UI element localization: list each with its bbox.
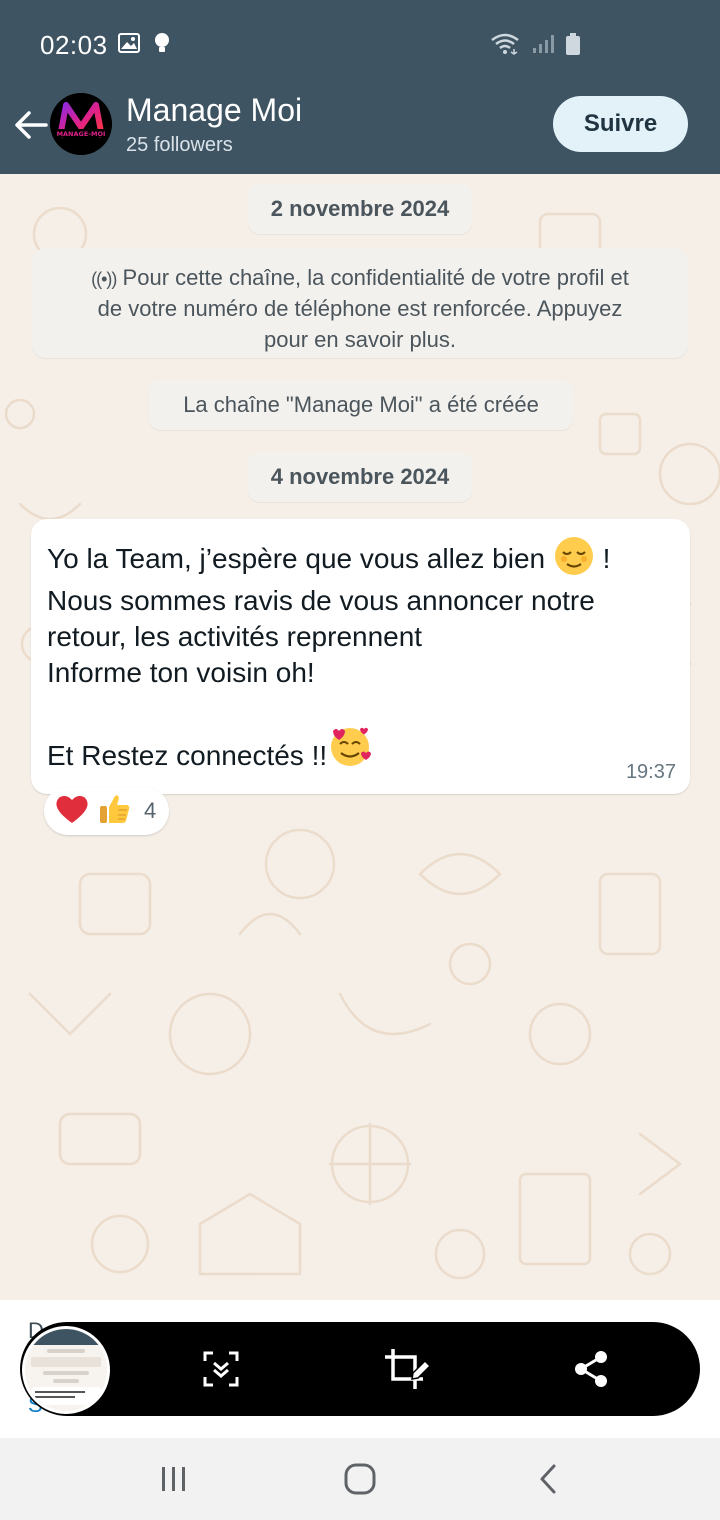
system-nav-bar [0, 1438, 720, 1520]
arrow-left-icon [15, 111, 48, 139]
broadcast-icon: ((•)) [91, 269, 117, 289]
home-icon [344, 1463, 376, 1495]
avatar-text: MANAGE-MOI [57, 130, 106, 138]
message-line: Yo la Team, j’espère que vous allez bien [47, 542, 546, 574]
status-icons-right [490, 33, 580, 60]
share-button[interactable] [564, 1342, 618, 1396]
bulb-icon [154, 32, 170, 59]
date-separator: 2 novembre 2024 [248, 184, 472, 234]
scroll-capture-icon [203, 1351, 239, 1387]
chat-area[interactable]: 2 novembre 2024 ((•)) Pour cette chaîne,… [0, 174, 720, 1300]
message-time: 19:37 [625, 761, 676, 783]
share-icon [575, 1351, 607, 1387]
home-button[interactable] [330, 1456, 390, 1502]
wifi-icon [490, 33, 520, 60]
message-text: Yo la Team, j’espère que vous allez bien… [47, 535, 667, 773]
scroll-capture-button[interactable] [194, 1342, 248, 1396]
smiling-face-with-hearts-emoji [327, 723, 373, 778]
reactions-bar[interactable]: 4 [44, 787, 169, 835]
channel-created-notice: La chaîne "Manage Moi" a été créée [149, 380, 573, 430]
channel-name[interactable]: Manage Moi [126, 92, 302, 129]
channel-header: MANAGE-MOI Manage Moi 25 followers Suivr… [0, 90, 720, 174]
nav-back-button[interactable] [518, 1456, 578, 1502]
channel-avatar[interactable]: MANAGE-MOI [50, 93, 112, 155]
relieved-face-emoji [553, 535, 595, 586]
follow-button[interactable]: Suivre [553, 96, 688, 152]
privacy-notice-line-2: de votre numéro de téléphone est renforc… [97, 296, 623, 321]
battery-icon [566, 33, 580, 60]
status-bar: 02:03 [0, 0, 720, 90]
message-bubble[interactable]: Yo la Team, j’espère que vous allez bien… [31, 519, 690, 794]
privacy-notice-line-3: pour en savoir plus. [264, 327, 456, 352]
message-line: Et Restez connectés !! [47, 739, 328, 771]
message-line: Informe ton voisin oh! [47, 657, 315, 688]
crop-edit-icon [385, 1349, 431, 1389]
thumbs-up-icon [98, 792, 132, 831]
privacy-notice[interactable]: ((•)) Pour cette chaîne, la confidential… [32, 248, 688, 358]
privacy-notice-line-1: Pour cette chaîne, la confidentialité de… [122, 265, 629, 290]
crop-edit-button[interactable] [380, 1342, 434, 1396]
message-line: Nous sommes ravis de vous annoncer notre [47, 585, 595, 616]
signal-icon [532, 34, 554, 59]
image-icon [118, 33, 140, 58]
back-icon [540, 1464, 556, 1494]
recents-button[interactable] [144, 1456, 204, 1502]
back-button[interactable] [10, 104, 52, 146]
message-line-suffix: ! [602, 542, 611, 574]
recents-icon [162, 1467, 185, 1491]
screenshot-thumbnail[interactable] [22, 1326, 110, 1414]
message-line: retour, les activités reprennent [47, 621, 423, 652]
date-separator: 4 novembre 2024 [248, 452, 472, 502]
status-time: 02:03 [40, 30, 108, 60]
status-icons-left [118, 32, 170, 59]
reaction-count: 4 [144, 798, 157, 823]
followers-count[interactable]: 25 followers [126, 134, 233, 157]
heart-icon [54, 793, 90, 830]
